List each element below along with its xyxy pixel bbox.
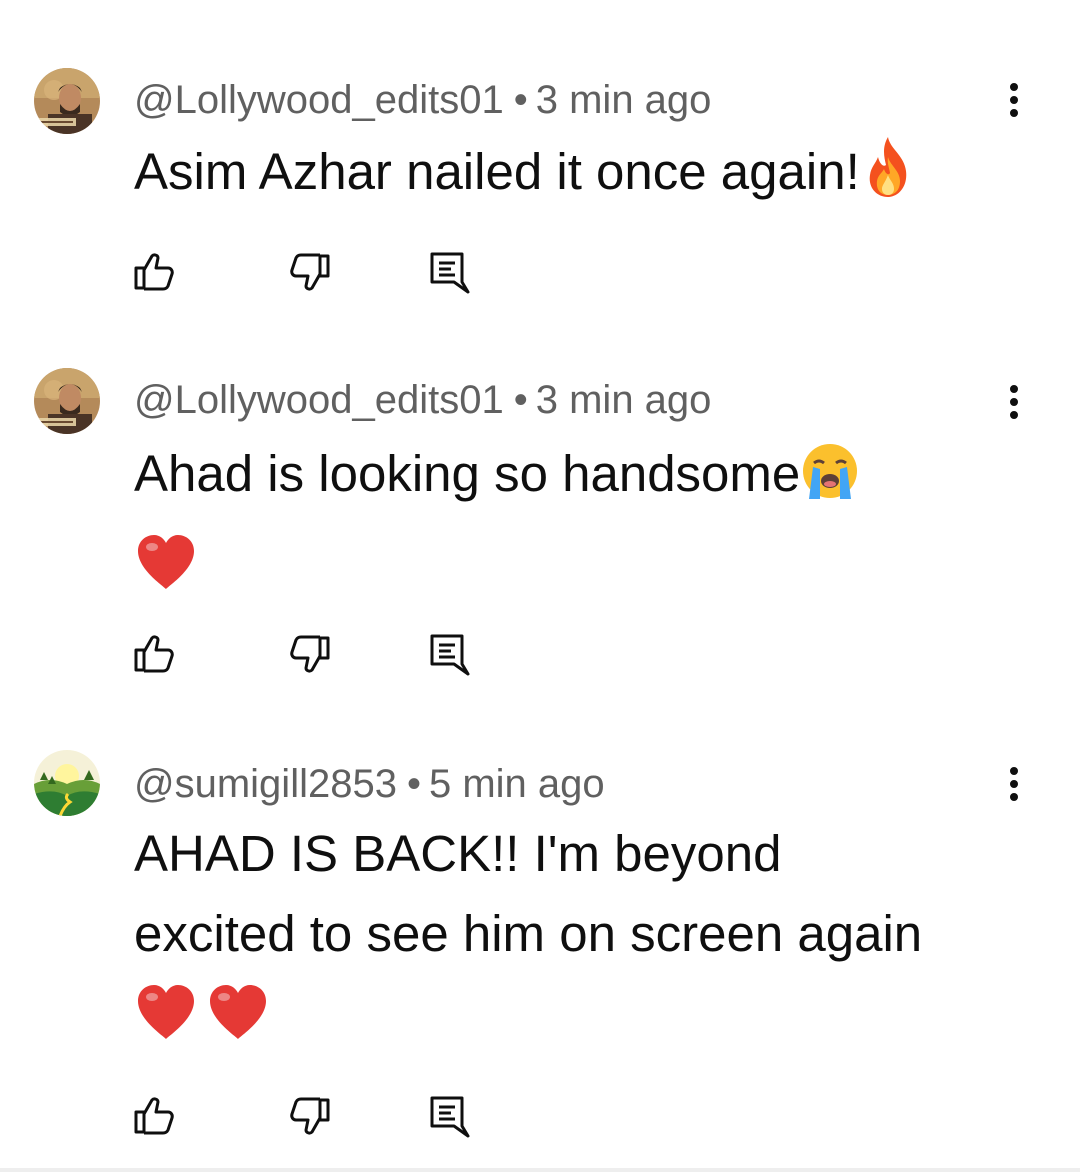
meta-separator: • [513,378,528,422]
thumbs-down-icon[interactable] [286,248,334,296]
comment-author[interactable]: @Lollywood_edits01 [134,378,504,422]
comment-text-line: AHAD IS BACK!! I'm beyond [134,825,782,882]
avatar[interactable] [34,750,100,816]
meta-separator: • [406,762,421,806]
comment-time[interactable]: 3 min ago [536,378,712,422]
bottom-divider [0,1168,1080,1172]
comment-meta: @Lollywood_edits01 • 3 min ago [134,76,711,124]
comment-text: Ahad is looking so handsome [134,434,1014,614]
comment-meta: @sumigill2853 • 5 min ago [134,760,605,808]
comment-text-content: Asim Azhar nailed it once again! [134,143,860,200]
thumbs-up-icon[interactable] [130,1092,178,1140]
thumbs-up-icon[interactable] [130,630,178,678]
comment-time[interactable]: 3 min ago [536,78,712,122]
comment-meta: @Lollywood_edits01 • 3 min ago [134,376,711,424]
comment-text-content: Ahad is looking so handsome [134,445,801,502]
crying-face-emoji [800,441,860,524]
meta-separator: • [513,78,528,122]
more-vertical-icon[interactable] [996,760,1032,808]
comment-time[interactable]: 5 min ago [429,762,605,806]
fire-emoji [860,135,916,222]
avatar-image [34,68,100,134]
thumbs-up-icon[interactable] [130,248,178,296]
comment-author[interactable]: @Lollywood_edits01 [134,78,504,122]
comment-text: AHAD IS BACK!! I'm beyond excited to see… [134,814,1014,1064]
red-heart-emoji [206,983,270,1064]
avatar-image [34,750,100,816]
red-heart-emoji [134,983,198,1064]
thumbs-down-icon[interactable] [286,1092,334,1140]
avatar[interactable] [34,368,100,434]
thumbs-down-icon[interactable] [286,630,334,678]
more-vertical-icon[interactable] [996,378,1032,426]
comment-author[interactable]: @sumigill2853 [134,762,397,806]
avatar-image [34,368,100,434]
more-vertical-icon[interactable] [996,76,1032,124]
reply-icon[interactable] [424,630,472,678]
red-heart-emoji [134,533,198,614]
reply-icon[interactable] [424,248,472,296]
comment-text: Asim Azhar nailed it once again! [134,132,1014,222]
reply-icon[interactable] [424,1092,472,1140]
comment-text-line: excited to see him on screen again [134,905,923,962]
avatar[interactable] [34,68,100,134]
